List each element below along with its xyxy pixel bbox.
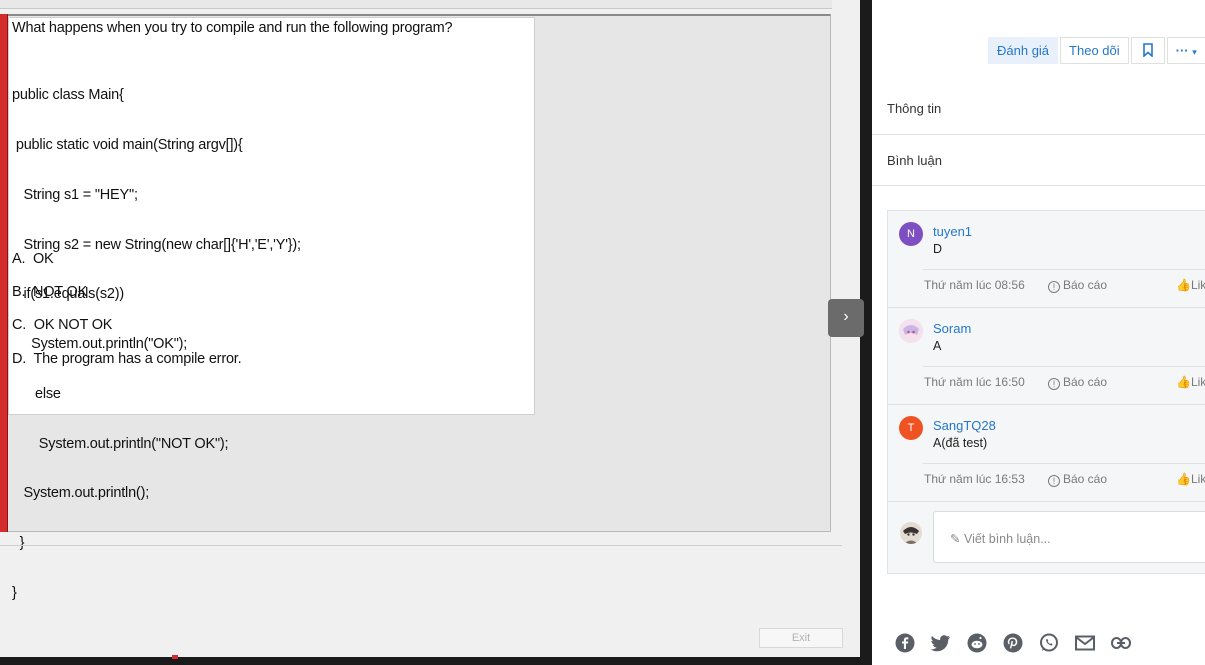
- twitter-icon[interactable]: [930, 632, 952, 654]
- comment-meta: Thứ năm lúc 16:50 ! Báo cáo 👍Lik: [923, 366, 1205, 404]
- code-line: public class Main{: [12, 87, 124, 104]
- comment-item: N tuyen1 D Thứ năm lúc 08:56 ! Báo cáo 👍L…: [888, 211, 1205, 308]
- code-line: String s1 = "HEY";: [12, 186, 138, 203]
- bookmark-button[interactable]: [1130, 37, 1165, 64]
- chevron-right-icon: ›: [843, 308, 849, 325]
- comment-text: A(đã test): [933, 436, 988, 450]
- code-line: else: [12, 385, 61, 402]
- like-label: Lik: [1190, 375, 1205, 389]
- comment-time[interactable]: Thứ năm lúc 16:50: [924, 375, 1025, 389]
- pencil-icon: ✎: [950, 532, 961, 546]
- frame-divider: [0, 545, 842, 546]
- like-button[interactable]: 👍Lik: [1176, 472, 1205, 486]
- option-b: B. NOT OK: [12, 284, 88, 300]
- comments-list: N tuyen1 D Thứ năm lúc 08:56 ! Báo cáo 👍L…: [887, 210, 1205, 574]
- comment-author[interactable]: SangTQ28: [933, 418, 996, 433]
- code-block: public class Main{ public static void ma…: [12, 54, 301, 635]
- comment-meta: Thứ năm lúc 16:53 ! Báo cáo 👍Lik: [923, 463, 1205, 501]
- like-label: Lik: [1190, 472, 1205, 486]
- code-line: System.out.println("NOT OK");: [12, 435, 229, 452]
- option-a: A. OK: [12, 251, 54, 267]
- chevron-down-icon: ▾: [1192, 47, 1197, 57]
- like-button[interactable]: 👍Lik: [1176, 278, 1205, 292]
- info-icon: !: [1048, 378, 1060, 390]
- avatar[interactable]: [899, 319, 923, 343]
- follow-button[interactable]: Theo dõi: [1060, 37, 1129, 64]
- user-avatar-icon: [900, 522, 922, 544]
- email-icon[interactable]: [1074, 632, 1096, 654]
- comment-item: T SangTQ28 A(đã test) Thứ năm lúc 16:53 …: [888, 405, 1205, 502]
- like-button[interactable]: 👍Lik: [1176, 375, 1205, 389]
- next-arrow-button[interactable]: ›: [828, 299, 864, 337]
- whatsapp-icon[interactable]: [1038, 632, 1060, 654]
- option-d: D. The program has a compile error.: [12, 351, 242, 367]
- taskbar-marker: [172, 655, 178, 659]
- question-card: What happens when you try to compile and…: [8, 17, 535, 601]
- comment-item: Soram A Thứ năm lúc 16:50 ! Báo cáo 👍Lik: [888, 308, 1205, 405]
- report-button[interactable]: ! Báo cáo: [1048, 278, 1107, 293]
- more-dots-icon: ···: [1175, 43, 1189, 58]
- avatar[interactable]: N: [899, 222, 923, 246]
- code-line: System.out.println();: [12, 485, 150, 502]
- option-c: C. OK NOT OK: [12, 317, 113, 333]
- link-icon[interactable]: [1110, 632, 1132, 654]
- code-line: String s2 = new String(new char[]{'H','E…: [12, 236, 301, 253]
- exam-screenshot: What happens when you try to compile and…: [0, 0, 860, 665]
- placeholder-text: Viết bình luận...: [963, 532, 1051, 546]
- tab-comments-label: Bình luận: [887, 153, 942, 168]
- report-button[interactable]: ! Báo cáo: [1048, 472, 1107, 487]
- comment-text: D: [933, 242, 943, 256]
- window-top-strip: [0, 0, 832, 9]
- comment-text: A: [933, 339, 942, 353]
- info-icon: !: [1048, 475, 1060, 487]
- comment-author[interactable]: tuyen1: [933, 224, 972, 239]
- code-line: public static void main(String argv[]){: [12, 136, 243, 153]
- reddit-icon[interactable]: [966, 632, 988, 654]
- thumbs-up-icon: 👍: [1176, 472, 1191, 486]
- more-button[interactable]: ··· ▾: [1166, 37, 1205, 64]
- like-label: Lik: [1190, 278, 1205, 292]
- exit-button[interactable]: Exit: [759, 628, 843, 648]
- tab-info-label: Thông tin: [887, 101, 942, 116]
- facebook-icon[interactable]: [894, 632, 916, 654]
- comment-input[interactable]: ✎ Viết bình luận...: [933, 511, 1205, 563]
- report-label: Báo cáo: [1063, 472, 1108, 486]
- question-text: What happens when you try to compile and…: [12, 20, 453, 36]
- report-button[interactable]: ! Báo cáo: [1048, 375, 1107, 390]
- side-panel: Đánh giá Theo dõi ··· ▾ Thông tin Bình l…: [872, 0, 1205, 665]
- share-bar: [894, 632, 1146, 654]
- taskbar: [0, 657, 860, 665]
- bookmark-icon: [1142, 43, 1153, 58]
- code-line: }: [12, 535, 25, 552]
- rate-button[interactable]: Đánh giá: [988, 37, 1059, 64]
- info-icon: !: [1048, 281, 1060, 293]
- comment-meta: Thứ năm lúc 08:56 ! Báo cáo 👍Lik: [923, 269, 1205, 307]
- current-user-avatar: [900, 522, 922, 544]
- anime-avatar-icon: [899, 319, 923, 343]
- action-bar: Đánh giá Theo dõi ··· ▾: [988, 37, 1205, 64]
- report-label: Báo cáo: [1063, 375, 1108, 389]
- report-label: Báo cáo: [1063, 278, 1108, 292]
- thumbs-up-icon: 👍: [1176, 278, 1191, 292]
- thumbs-up-icon: 👍: [1176, 375, 1191, 389]
- comment-time[interactable]: Thứ năm lúc 16:53: [924, 472, 1025, 486]
- tab-comments[interactable]: Bình luận: [872, 135, 1205, 186]
- pinterest-icon[interactable]: [1002, 632, 1024, 654]
- comment-time[interactable]: Thứ năm lúc 08:56: [924, 278, 1025, 292]
- comment-input-placeholder: ✎ Viết bình luận...: [950, 531, 1051, 546]
- comment-author[interactable]: Soram: [933, 321, 971, 336]
- tab-info[interactable]: Thông tin: [872, 85, 1205, 135]
- code-line: }: [12, 585, 17, 601]
- red-side-bar: [0, 14, 8, 532]
- avatar[interactable]: T: [899, 416, 923, 440]
